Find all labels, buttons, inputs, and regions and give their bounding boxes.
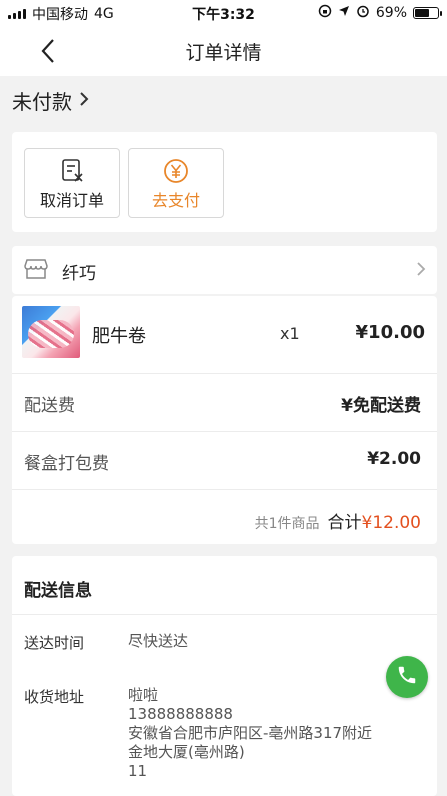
list-item: 肥牛卷 x1 ¥10.00 bbox=[12, 296, 437, 374]
yuan-coin-icon bbox=[162, 157, 190, 185]
total-label: 合计 bbox=[327, 513, 362, 533]
recipient-phone: 13888888888 bbox=[128, 705, 233, 723]
nav-bar: 订单详情 bbox=[0, 26, 447, 76]
pay-label: 去支付 bbox=[151, 191, 200, 210]
shop-row[interactable]: 纤巧 bbox=[12, 246, 437, 294]
address-line: 金地大厦(亳州路) bbox=[128, 743, 245, 761]
cancel-order-label: 取消订单 bbox=[39, 191, 104, 210]
fee-row-packaging: 餐盒打包费 ¥2.00 bbox=[12, 432, 437, 490]
address-block: 啦啦 13888888888 安徽省合肥市庐阳区-亳州路317附近 金地大厦(亳… bbox=[128, 686, 372, 781]
fee-row-delivery: 配送费 ¥免配送费 bbox=[12, 374, 437, 432]
location-icon bbox=[338, 5, 350, 21]
fee-value: ¥2.00 bbox=[367, 449, 421, 469]
cancel-order-button[interactable]: 取消订单 bbox=[24, 148, 120, 218]
pay-button[interactable]: 去支付 bbox=[128, 148, 224, 218]
shop-name: 纤巧 bbox=[62, 264, 96, 284]
item-quantity: x1 bbox=[280, 324, 300, 343]
address-label: 收货地址 bbox=[24, 688, 85, 706]
fee-label: 配送费 bbox=[24, 396, 75, 416]
divider bbox=[12, 614, 437, 615]
delivery-time-label: 送达时间 bbox=[24, 634, 85, 652]
phone-icon bbox=[396, 664, 418, 690]
address-line: 11 bbox=[128, 762, 148, 780]
section-title: 配送信息 bbox=[24, 581, 92, 601]
page-title: 订单详情 bbox=[185, 42, 262, 64]
total-value: ¥12.00 bbox=[361, 513, 421, 533]
cancel-order-icon bbox=[58, 157, 86, 185]
delivery-info-card: 配送信息 送达时间 尽快送达 收货地址 啦啦 13888888888 安徽省合肥… bbox=[12, 556, 437, 796]
fee-value: ¥免配送费 bbox=[341, 396, 421, 416]
fee-label: 餐盒打包费 bbox=[24, 454, 109, 474]
lock-rotation-icon bbox=[318, 4, 332, 22]
shop-icon bbox=[24, 258, 48, 284]
recipient-name: 啦啦 bbox=[128, 686, 159, 704]
order-items-card: 肥牛卷 x1 ¥10.00 配送费 ¥免配送费 餐盒打包费 ¥2.00 共1件商… bbox=[12, 296, 437, 544]
call-button[interactable] bbox=[386, 656, 428, 698]
item-price: ¥10.00 bbox=[355, 322, 425, 343]
battery-icon bbox=[413, 7, 442, 19]
address-line: 安徽省合肥市庐阳区-亳州路317附近 bbox=[128, 724, 373, 742]
delivery-time-value: 尽快送达 bbox=[128, 632, 189, 650]
product-image bbox=[22, 306, 80, 358]
item-count: 共1件商品 bbox=[254, 516, 320, 532]
alarm-icon bbox=[356, 4, 370, 22]
battery-percent: 69% bbox=[375, 5, 407, 21]
order-status-label: 未付款 bbox=[12, 90, 72, 114]
order-status[interactable]: 未付款 bbox=[12, 86, 90, 115]
order-summary: 共1件商品 合计 ¥12.00 bbox=[255, 508, 421, 533]
order-actions-card: 取消订单 去支付 bbox=[12, 132, 437, 232]
chevron-right-icon bbox=[415, 260, 427, 282]
status-bar: 中国移动 4G 下午3:32 69% bbox=[0, 0, 447, 26]
item-name: 肥牛卷 bbox=[92, 326, 146, 347]
chevron-right-icon bbox=[78, 89, 90, 113]
